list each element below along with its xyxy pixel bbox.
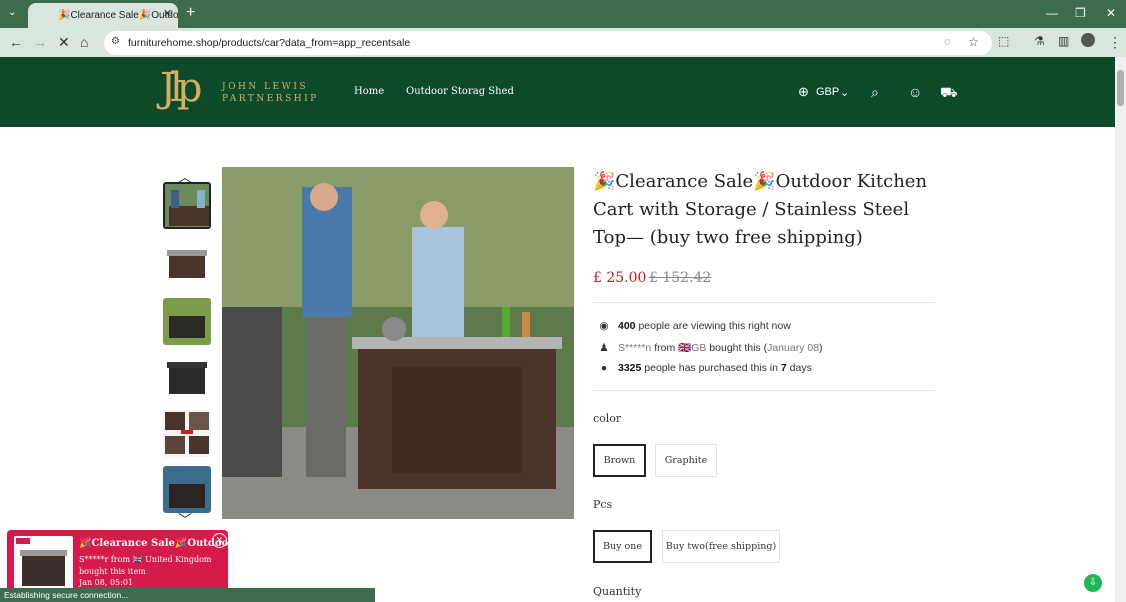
scrollbar-thumb[interactable]: [1117, 70, 1124, 106]
viewing-count: 400: [618, 320, 636, 332]
viewing-text: people are viewing this right now: [638, 320, 791, 332]
divider: [593, 302, 935, 303]
menu-kebab-icon[interactable]: ⋮: [1108, 34, 1122, 51]
sidebar-icon[interactable]: ▥: [1058, 34, 1069, 48]
home-icon[interactable]: ⌂: [80, 34, 88, 50]
tab-close-icon[interactable]: ✕: [163, 7, 172, 20]
main-product-image[interactable]: [222, 167, 574, 519]
logo-line2: PARTNERSHIP: [222, 94, 319, 104]
popup-text: S*****r from 🇬🇧 United Kingdom bought th…: [79, 554, 225, 589]
buyer-date: January 08: [767, 342, 820, 354]
current-price: £ 25.00: [593, 270, 647, 286]
url-text: furniturehome.shop/products/car?data_fro…: [128, 37, 411, 49]
thumbnail-4[interactable]: [163, 354, 211, 401]
original-price: £ 152.42: [649, 270, 712, 286]
buyer-name: S*****n: [618, 342, 652, 354]
browser-tab[interactable]: 🎉Clearance Sale🎉Outdoor K: [28, 3, 178, 28]
extensions-icon[interactable]: ⬚: [998, 34, 1009, 48]
color-label: color: [593, 412, 622, 425]
popup-product-image: [14, 536, 73, 595]
globe-icon[interactable]: ⊕: [798, 84, 809, 100]
status-bar: Establishing secure connection...: [0, 588, 375, 602]
thumbs-down-arrow-icon[interactable]: ﹀: [178, 510, 192, 530]
nav-home[interactable]: Home: [354, 86, 384, 97]
buyer-action: bought this (: [709, 342, 768, 354]
purchased-days: 7: [780, 362, 787, 374]
site-info-icon[interactable]: ⚙: [111, 36, 120, 47]
thumbnail-6[interactable]: [163, 466, 211, 513]
close-window-icon[interactable]: ✕: [1106, 6, 1116, 20]
cart-icon[interactable]: ⛟: [940, 84, 958, 103]
browser-toolbar: ← → ✕ ⌂ ⚙ furniturehome.shop/products/ca…: [0, 28, 1126, 57]
currency-selector[interactable]: GBP: [816, 86, 839, 98]
purchased-stat: ● 3325 people has purchased this in 7 day…: [598, 362, 812, 374]
divider: [593, 390, 935, 391]
chat-widget-icon[interactable]: ⇩: [1084, 574, 1102, 592]
logo-mark[interactable]: Jlp: [160, 65, 203, 111]
purchased-text: people has purchased this in: [644, 362, 778, 374]
quantity-label: Quantity: [593, 585, 642, 598]
browser-tab-strip: ⌄ 🎉Clearance Sale🎉Outdoor K ✕ + — ❐ ✕: [0, 0, 1126, 28]
pcs-option-buy-one[interactable]: Buy one: [593, 530, 652, 563]
logo-text[interactable]: JOHN LEWIS PARTNERSHIP: [222, 81, 319, 105]
eye-icon: ◉: [599, 320, 609, 332]
thumbnail-1[interactable]: [163, 182, 211, 229]
popup-close-icon[interactable]: ✕: [212, 533, 227, 548]
info-icon: ●: [600, 362, 608, 374]
nav-outdoor-storage-shed[interactable]: Outdoor Storag Shed: [406, 86, 514, 97]
tab-title: 🎉Clearance Sale🎉Outdoor K: [58, 10, 178, 21]
thumbnail-5[interactable]: [163, 410, 211, 457]
site-header: Jlp JOHN LEWIS PARTNERSHIP Home Outdoor …: [0, 57, 1115, 127]
product-title: 🎉Clearance Sale🎉Outdoor Kitchen Cart wit…: [593, 171, 928, 248]
eye-off-icon[interactable]: ◌: [944, 36, 951, 48]
account-icon[interactable]: ☺: [908, 84, 922, 100]
back-icon[interactable]: ←: [9, 34, 23, 50]
recent-buyer-stat: ♟ S*****n from 🇬🇧GB bought this (January …: [598, 341, 823, 354]
popup-time: Jan 08, 05:01: [79, 578, 133, 587]
viewing-stat: ◉ 400 people are viewing this right now: [598, 320, 791, 332]
thumbnail-3[interactable]: [163, 298, 211, 345]
address-bar[interactable]: ⚙ furniturehome.shop/products/car?data_f…: [104, 31, 992, 55]
minimize-icon[interactable]: —: [1046, 6, 1058, 20]
tab-search-icon[interactable]: ⌄: [8, 7, 16, 18]
buyer-close: ): [819, 342, 823, 354]
bookmark-star-icon[interactable]: ☆: [968, 35, 979, 49]
popup-title: 🎉Clearance Sale🎉Outdoor K...: [79, 538, 257, 549]
person-icon: ♟: [599, 342, 609, 354]
labs-icon[interactable]: ⚗: [1034, 34, 1045, 48]
purchased-unit: days: [789, 362, 812, 374]
search-icon[interactable]: ⌕: [871, 84, 879, 101]
page-scrollbar[interactable]: [1115, 57, 1126, 602]
logo-line1: JOHN LEWIS: [222, 82, 309, 92]
thumbnail-2[interactable]: [163, 240, 211, 287]
pcs-option-buy-two[interactable]: Buy two(free shipping): [662, 530, 780, 563]
forward-icon[interactable]: →: [33, 34, 47, 50]
new-tab-icon[interactable]: +: [186, 4, 195, 22]
color-option-brown[interactable]: Brown: [593, 444, 646, 477]
color-option-graphite[interactable]: Graphite: [655, 444, 717, 477]
chevron-down-icon[interactable]: ⌄: [840, 86, 849, 99]
profile-avatar-icon[interactable]: [1081, 33, 1095, 47]
buyer-from: from: [654, 342, 676, 354]
buyer-country: 🇬🇧GB: [678, 342, 707, 354]
pcs-label: Pcs: [593, 498, 613, 511]
purchased-count: 3325: [618, 362, 642, 374]
popup-message: S*****r from 🇬🇧 United Kingdom bought th…: [79, 555, 212, 576]
stop-loading-icon[interactable]: ✕: [58, 34, 70, 51]
restore-icon[interactable]: ❐: [1075, 6, 1086, 20]
